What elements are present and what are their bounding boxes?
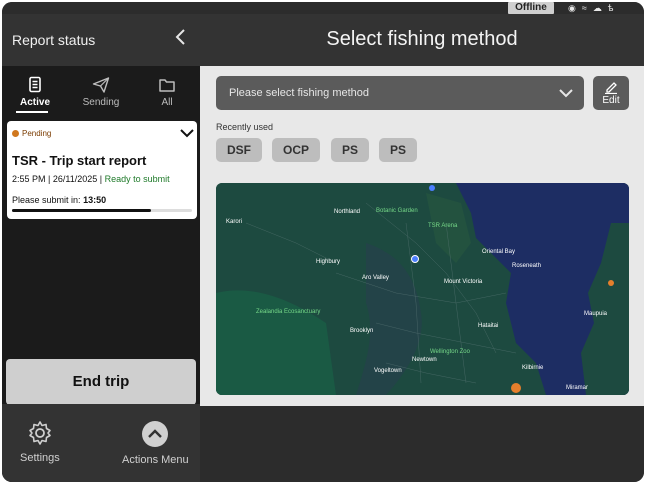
map-label: Miramar: [566, 385, 588, 391]
bottom-bar: Settings Actions Menu: [2, 404, 200, 482]
report-meta: 2:55 PM | 26/11/2025 | Ready to submit: [12, 174, 170, 184]
tab-sending-label: Sending: [82, 97, 120, 108]
status-dot: [12, 130, 19, 137]
offline-badge: Offline: [508, 2, 554, 14]
submit-deadline: Please submit in: 13:50: [12, 195, 106, 205]
map-label: Zealandia Ecosanctuary: [256, 309, 321, 315]
active-tab-indicator: [16, 111, 48, 113]
fishing-method-select[interactable]: Please select fishing method: [216, 76, 584, 110]
document-icon: [29, 76, 41, 93]
map-label: Vogeltown: [374, 368, 402, 374]
pencil-icon: [605, 82, 617, 94]
main-header: Select fishing method: [200, 14, 644, 66]
edit-button[interactable]: Edit: [593, 76, 629, 110]
deadline-progress-bar: [12, 209, 192, 212]
status-text: Pending: [22, 129, 52, 138]
fishing-method-form: Please select fishing method Edit Recent…: [200, 66, 644, 406]
chevron-up-circle-icon: [142, 421, 169, 447]
cloud-off-icon: ☁: [592, 3, 602, 13]
tab-active-label: Active: [19, 97, 50, 108]
chevron-down-icon[interactable]: [179, 125, 195, 141]
paper-plane-icon: [92, 77, 110, 93]
map-label: Hataitai: [478, 323, 499, 329]
report-time: 2:55 PM: [12, 174, 46, 184]
tab-sending[interactable]: Sending: [68, 66, 134, 116]
recent-chip-ocp[interactable]: OCP: [272, 138, 320, 162]
page-title: Select fishing method: [326, 28, 518, 50]
system-icons: ◉ ≈ ☁ ѣ: [568, 2, 613, 14]
wifi-off-icon: ≈: [581, 3, 587, 13]
map-label: Wellington Zoo: [430, 349, 470, 355]
bluetooth-icon: ѣ: [607, 3, 614, 13]
map-label: Mount Victoria: [444, 279, 483, 285]
tab-all[interactable]: All: [134, 66, 200, 116]
map-label: TSR Arena: [428, 223, 458, 229]
recent-chip-ps-2[interactable]: PS: [379, 138, 417, 162]
submit-countdown: 13:50: [83, 195, 107, 205]
app-window: Offline ◉ ≈ ☁ ѣ Report status Active Sen…: [2, 2, 644, 482]
chevron-down-icon: [559, 89, 573, 98]
report-card[interactable]: Pending TSR - Trip start report 2:55 PM …: [7, 121, 197, 219]
map-label: Aro Valley: [362, 275, 389, 281]
deadline-progress-fill: [12, 209, 151, 212]
tab-active[interactable]: Active: [2, 66, 68, 116]
map-label: Karori: [226, 219, 243, 225]
map-label: Kilbirnie: [522, 365, 544, 371]
map-label: Roseneath: [512, 263, 542, 269]
map-label: Northland: [334, 209, 361, 215]
location-icon: ◉: [568, 3, 576, 13]
map-label: Maupuia: [584, 311, 608, 317]
map-terrain: [216, 183, 629, 395]
recent-chip-ps[interactable]: PS: [331, 138, 369, 162]
actions-menu-label: Actions Menu: [122, 454, 189, 466]
report-title: TSR - Trip start report: [12, 153, 147, 168]
map-label: Newtown: [412, 357, 437, 363]
sidebar-header: Report status: [2, 14, 200, 66]
actions-menu-button[interactable]: Actions Menu: [122, 420, 189, 466]
folder-icon: [159, 79, 175, 92]
status-badge: Pending: [12, 129, 51, 138]
select-placeholder: Please select fishing method: [229, 87, 370, 99]
settings-button[interactable]: Settings: [20, 420, 60, 464]
settings-label: Settings: [20, 452, 60, 464]
map-label: Oriental Bay: [482, 249, 516, 255]
recently-used-label: Recently used: [216, 122, 274, 132]
tab-all-label: All: [161, 97, 173, 108]
sidebar: Report status Active Sending All Pending…: [2, 14, 200, 482]
location-map[interactable]: Karori Northland Botanic Garden TSR Aren…: [216, 183, 629, 395]
edit-label: Edit: [602, 95, 620, 106]
ready-status: Ready to submit: [104, 174, 170, 184]
recent-chip-dsf[interactable]: DSF: [216, 138, 262, 162]
sidebar-title: Report status: [12, 32, 96, 48]
map-label: Highbury: [316, 259, 341, 265]
report-tabs: Active Sending All: [2, 66, 200, 116]
map-label: Brooklyn: [350, 328, 374, 334]
chevron-left-icon: [175, 29, 185, 45]
report-date: 26/11/2025: [52, 174, 98, 184]
status-bar: Offline ◉ ≈ ☁ ѣ: [2, 2, 644, 14]
main-panel: Select fishing method Please select fish…: [200, 14, 644, 482]
end-trip-button[interactable]: End trip: [6, 359, 196, 405]
map-label: Botanic Garden: [376, 208, 418, 214]
gear-icon: [29, 421, 51, 445]
submit-prefix: Please submit in:: [12, 195, 81, 205]
collapse-sidebar-button[interactable]: [174, 27, 188, 53]
